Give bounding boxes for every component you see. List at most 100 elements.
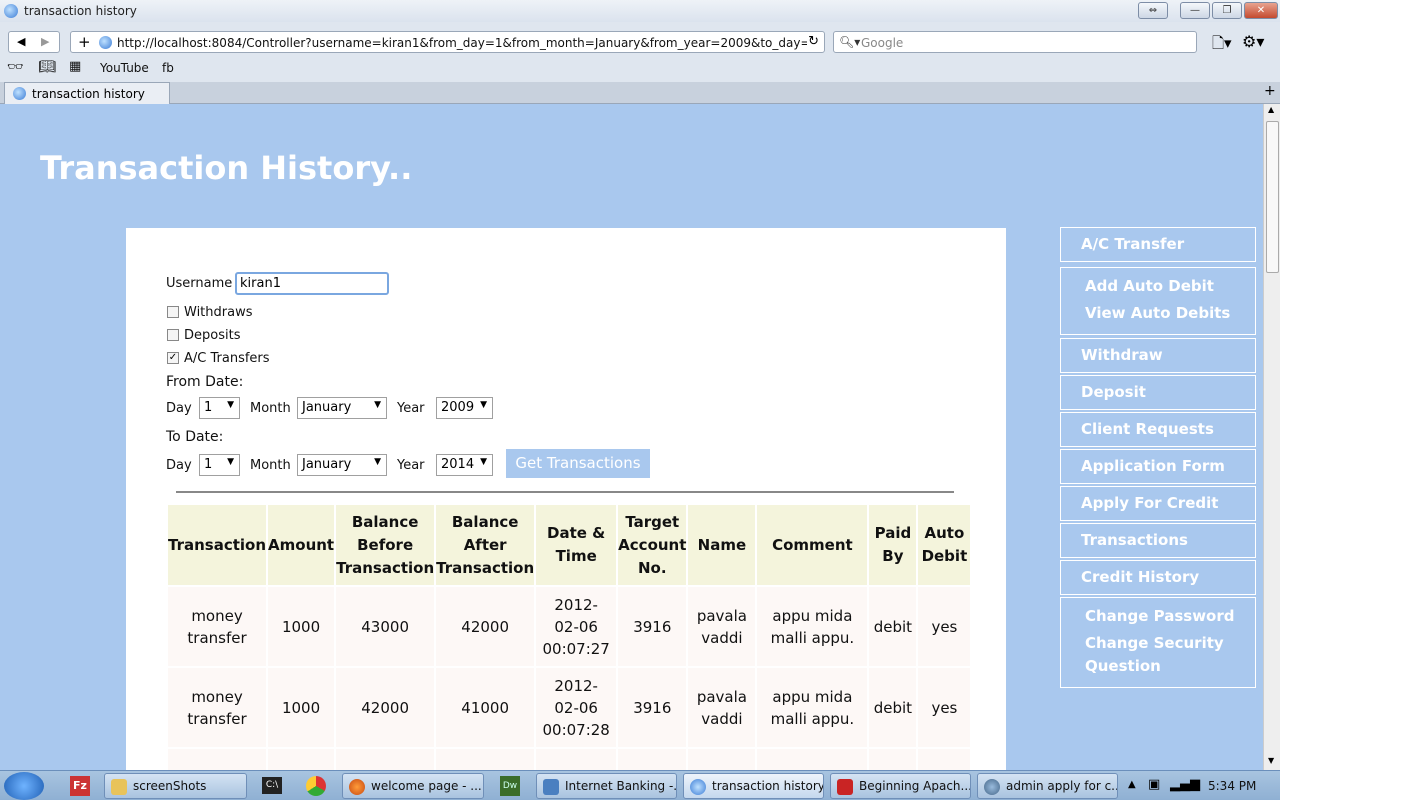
search-box[interactable]: 🔍︎▾ Google <box>833 31 1197 53</box>
taskbar-label: welcome page - ... <box>371 779 482 793</box>
taskbar-item-internet-banking[interactable]: Internet Banking -... <box>536 773 677 799</box>
table-cell: debit <box>869 668 917 747</box>
url-text[interactable]: http://localhost:8084/Controller?usernam… <box>117 36 807 50</box>
firefox-icon <box>349 779 365 795</box>
reading-glasses-icon[interactable]: 👓︎ <box>7 60 24 75</box>
cell-text-line: Amount <box>268 535 335 554</box>
sidebar-item-label[interactable]: Client Requests <box>1081 420 1214 438</box>
bookmark-fb[interactable]: fb <box>162 61 174 75</box>
back-arrow-icon[interactable]: ◀ <box>17 35 25 48</box>
sidebar-item[interactable]: Change Password Change Security Question <box>1060 597 1256 688</box>
scroll-down-icon[interactable]: ▼ <box>1268 756 1274 765</box>
taskbar-item-screenshots[interactable]: screenShots <box>104 773 247 799</box>
table-cell: debit <box>869 587 917 666</box>
book-icon[interactable]: 📖︎ <box>38 59 56 75</box>
sidebar-item-label[interactable]: Question <box>1085 657 1161 675</box>
get-transactions-button[interactable]: Get Transactions <box>506 449 650 478</box>
cell-text-line: Debit <box>921 547 968 565</box>
page-content: Transaction History.. Username kiran1 Wi… <box>0 104 1263 770</box>
sidebar-item[interactable]: A/C Transfer <box>1060 227 1256 262</box>
forward-arrow-icon[interactable]: ▶ <box>41 35 49 48</box>
command-prompt-icon[interactable]: C:\ <box>262 777 282 794</box>
cell-text-line: 02-06 <box>554 698 598 717</box>
sidebar-item-label[interactable]: A/C Transfer <box>1081 235 1184 253</box>
taskbar-item-transaction-history[interactable]: transaction history <box>683 773 824 799</box>
from-day-label: Day <box>166 401 192 416</box>
ac-transfers-checkbox[interactable]: ✓ <box>167 352 179 364</box>
sidebar-item-label[interactable]: Apply For Credit <box>1081 494 1218 512</box>
withdraws-checkbox[interactable] <box>167 306 179 318</box>
scroll-up-icon[interactable]: ▲ <box>1268 105 1274 114</box>
sidebar-item[interactable]: Credit History <box>1060 560 1256 595</box>
page-menu-icon[interactable]: 🗋▾ <box>1212 33 1232 58</box>
cell-text-line: 3916 <box>633 617 672 636</box>
dreamweaver-icon[interactable]: Dw <box>500 776 520 796</box>
filezilla-icon[interactable]: Fz <box>70 776 90 796</box>
to-year-select[interactable]: 2014 ▼ <box>436 454 493 476</box>
taskbar-item-welcome-page[interactable]: welcome page - ... <box>342 773 484 799</box>
sidebar-item[interactable]: Transactions <box>1060 523 1256 558</box>
sidebar-item-label[interactable]: View Auto Debits <box>1085 304 1230 322</box>
sidebar-item[interactable]: Deposit <box>1060 375 1256 410</box>
to-month-select[interactable]: January ▼ <box>297 454 387 476</box>
sidebar-item-label[interactable]: Transactions <box>1081 531 1188 549</box>
sidebar-item[interactable]: Client Requests <box>1060 412 1256 447</box>
table-cell: 43000 <box>336 587 435 666</box>
column-header: Amount <box>268 505 335 585</box>
sidebar-item[interactable]: Apply For Credit <box>1060 486 1256 521</box>
cell-text-line: Paid <box>874 524 912 542</box>
to-day-select[interactable]: 1 ▼ <box>199 454 240 476</box>
close-button[interactable]: ✕ <box>1244 2 1278 19</box>
new-tab-plus-icon[interactable]: + <box>78 33 91 51</box>
chrome-icon[interactable] <box>306 776 326 796</box>
tray-device-icon[interactable]: ▣ <box>1148 777 1160 792</box>
minimize-button[interactable]: — <box>1180 2 1210 19</box>
sidebar-item-label[interactable]: Change Security <box>1085 634 1224 652</box>
taskbar-label: Internet Banking -... <box>565 779 677 793</box>
cell-text-line: yes <box>931 617 958 636</box>
cell-text-line: yes <box>931 698 958 717</box>
from-month-label: Month <box>250 401 291 416</box>
maximize-button[interactable]: ❐ <box>1212 2 1242 19</box>
tab-transaction-history[interactable]: transaction history <box>4 82 170 104</box>
cell-text-line: 2012- <box>554 676 598 695</box>
sidebar-item-label[interactable]: Application Form <box>1081 457 1225 475</box>
table-cell: pavala vaddi <box>688 587 756 666</box>
scrollbar-thumb[interactable] <box>1266 121 1279 273</box>
sidebar-item[interactable]: Withdraw <box>1060 338 1256 373</box>
sidebar-item-label[interactable]: Change Password <box>1085 607 1235 625</box>
gear-icon[interactable]: ⚙▾ <box>1242 32 1264 51</box>
username-input[interactable]: kiran1 <box>235 272 389 295</box>
column-header: Target Account No. <box>618 505 687 585</box>
from-day-select[interactable]: 1 ▼ <box>199 397 240 419</box>
clock[interactable]: 5:34 PM <box>1208 779 1256 793</box>
sidebar-item[interactable]: Application Form <box>1060 449 1256 484</box>
table-cell <box>918 749 971 770</box>
restore-arrows-icon[interactable]: ⇔ <box>1138 2 1168 19</box>
apps-grid-icon[interactable]: ▦ <box>69 59 81 74</box>
bookmark-youtube[interactable]: YouTube <box>100 61 149 75</box>
cell-text-line: 41000 <box>461 698 510 717</box>
sidebar-item-label[interactable]: Withdraw <box>1081 346 1163 364</box>
taskbar-item-admin-apply[interactable]: admin apply for c... <box>977 773 1118 799</box>
from-year-select[interactable]: 2009 ▼ <box>436 397 493 419</box>
address-bar[interactable]: + http://localhost:8084/Controller?usern… <box>70 31 825 53</box>
tray-expand-icon[interactable]: ▲ <box>1128 779 1136 790</box>
start-button[interactable] <box>4 772 44 800</box>
from-month-select[interactable]: January ▼ <box>297 397 387 419</box>
taskbar-item-beginning-apache[interactable]: Beginning Apach... <box>830 773 971 799</box>
new-tab-icon[interactable]: + <box>1264 83 1276 99</box>
column-header: Auto Debit <box>918 505 971 585</box>
sidebar-item-label[interactable]: Add Auto Debit <box>1085 277 1214 295</box>
cell-text-line: 43000 <box>361 617 409 636</box>
reload-icon[interactable]: ↻ <box>808 34 819 49</box>
sidebar-item[interactable]: Add Auto Debit View Auto Debits <box>1060 267 1256 335</box>
sidebar-item-label[interactable]: Deposit <box>1081 383 1146 401</box>
cell-text-line: By <box>882 547 904 565</box>
network-signal-icon[interactable]: ▂▄▆ <box>1170 777 1200 792</box>
app-icon <box>984 779 1000 795</box>
from-year-value: 2009 <box>441 400 475 415</box>
vertical-scrollbar[interactable]: ▲ ▼ <box>1263 104 1280 770</box>
deposits-checkbox[interactable] <box>167 329 179 341</box>
sidebar-item-label[interactable]: Credit History <box>1081 568 1199 586</box>
